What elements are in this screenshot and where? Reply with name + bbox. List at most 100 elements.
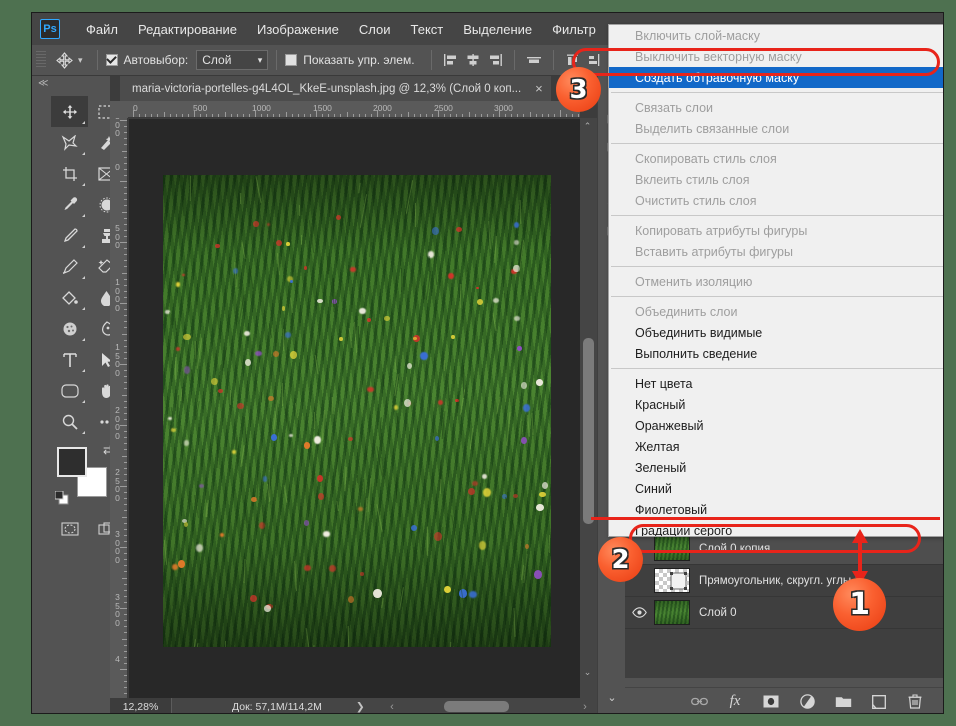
layer-row-2[interactable]: Слой 0	[625, 597, 943, 629]
chevron-down-icon[interactable]: ⌄	[579, 664, 596, 681]
align-left-edges-icon[interactable]	[440, 50, 462, 70]
context-menu-item-0-2[interactable]: Создать обтравочную маску	[609, 67, 943, 88]
tool-eyedropper[interactable]	[51, 189, 88, 220]
canvas-scroll-thumb[interactable]	[583, 338, 594, 524]
vertical-ruler[interactable]: 500 0 500 1000 1500 2000 2500 3000 3500 …	[110, 118, 128, 698]
ruler-label-h-500: 500	[193, 103, 208, 113]
default-colors-icon[interactable]	[54, 490, 69, 505]
tool-preset-chevron-down-icon[interactable]: ▾	[78, 55, 83, 66]
menu-layers[interactable]: Слои	[349, 18, 401, 41]
image-flower-speck	[262, 476, 268, 482]
tool-dodge[interactable]	[51, 313, 88, 344]
tool-history-brush[interactable]	[51, 251, 88, 282]
image-flower-speck	[393, 405, 398, 411]
document-image[interactable]	[163, 175, 551, 647]
image-flower-speck	[420, 351, 428, 361]
image-flower-speck	[434, 435, 440, 441]
scroll-right-icon[interactable]: ›	[575, 701, 595, 713]
close-icon[interactable]: ×	[535, 81, 543, 96]
eye-icon	[632, 607, 647, 618]
image-flower-speck	[184, 440, 189, 446]
layer-row-0[interactable]: Слой 0 копия	[625, 533, 943, 565]
chevron-up-icon[interactable]: ⌃	[579, 118, 596, 135]
new-adjustment-layer-icon[interactable]	[793, 688, 821, 714]
context-menu-item-5-1[interactable]: Объединить видимые	[609, 322, 943, 343]
menu-edit[interactable]: Редактирование	[128, 18, 247, 41]
align-right-edges-icon[interactable]	[484, 50, 506, 70]
tool-rounded-rectangle[interactable]	[51, 375, 88, 406]
layer-thumbnail-0[interactable]	[654, 536, 690, 561]
layer-visibility-toggle-2[interactable]	[625, 597, 654, 629]
autoselect-label: Автовыбор:	[123, 53, 189, 67]
tool-brush[interactable]	[51, 220, 88, 251]
ruler-corner[interactable]	[110, 101, 128, 118]
add-layer-mask-icon[interactable]	[757, 688, 785, 714]
image-flower-speck	[253, 221, 259, 228]
autoselect-scope-select[interactable]: Слой ▾	[196, 50, 269, 70]
photoshop-window: Ps Файл Редактирование Изображение Слои …	[31, 12, 944, 714]
context-menu-item-3-0: Копировать атрибуты фигуры	[635, 223, 808, 238]
layer-thumbnail-1[interactable]	[654, 568, 690, 593]
context-menu-item-6-5[interactable]: Синий	[609, 478, 943, 499]
expand-panels-icon[interactable]: ⌄	[598, 683, 626, 711]
autoselect-checkbox[interactable]	[105, 54, 118, 66]
delete-layer-icon[interactable]	[901, 688, 929, 714]
ruler-label-v-4000: 4	[115, 654, 120, 664]
document-tab[interactable]: maria-victoria-portelles-g4L4OL_KkeE-uns…	[120, 76, 551, 101]
layer-context-menu[interactable]: Включить слой-маску Выключить векторную м…	[608, 24, 943, 537]
image-grass-stroke	[396, 481, 398, 503]
horizontal-scroll-thumb[interactable]	[444, 701, 509, 712]
context-menu-item-2-2: Очистить стиль слоя	[635, 193, 757, 208]
horizontal-ruler[interactable]: 0 500 1000 1500 2000 2500 3000	[128, 101, 580, 118]
image-flower-speck	[448, 272, 454, 280]
context-menu-item-6-3[interactable]: Желтая	[609, 436, 943, 457]
foreground-color-swatch[interactable]	[57, 447, 87, 477]
context-menu-item-6-1[interactable]: Красный	[609, 394, 943, 415]
menu-file[interactable]: Файл	[76, 18, 128, 41]
tool-quick-mask[interactable]	[51, 513, 88, 544]
menu-filter[interactable]: Фильтр	[542, 18, 606, 41]
options-bar-grip[interactable]	[36, 51, 46, 69]
ruler-label-v-1500: 1500	[115, 342, 120, 378]
image-flower-speck	[522, 404, 530, 412]
image-flower-speck	[219, 532, 224, 537]
tool-crop[interactable]	[51, 158, 88, 189]
tool-gradient-paint-bucket[interactable]	[51, 282, 88, 313]
scroll-left-icon[interactable]: ‹	[382, 701, 402, 713]
context-menu-separator	[611, 215, 943, 216]
align-top-edges-icon[interactable]	[523, 50, 545, 70]
context-menu-item-6-6[interactable]: Фиолетовый	[609, 499, 943, 520]
image-flower-speck	[468, 590, 477, 599]
menu-text[interactable]: Текст	[401, 18, 454, 41]
zoom-level-field[interactable]: 12,28%	[110, 698, 172, 713]
canvas-horizontal-scrollbar[interactable]: ‹ ›	[382, 698, 597, 713]
new-group-icon[interactable]	[829, 688, 857, 714]
link-layers-icon[interactable]	[685, 688, 713, 714]
distribute-vertical-centers-icon[interactable]	[584, 50, 606, 70]
ruler-label-v-1000: 1000	[115, 277, 120, 313]
layer-style-fx-icon[interactable]: fx	[721, 688, 749, 714]
show-transform-controls-checkbox[interactable]	[285, 54, 298, 66]
menu-image[interactable]: Изображение	[247, 18, 349, 41]
tool-lasso[interactable]	[51, 127, 88, 158]
context-menu-item-6-4[interactable]: Зеленый	[609, 457, 943, 478]
new-layer-icon[interactable]	[865, 688, 893, 714]
status-expander-icon[interactable]: ❯	[356, 701, 365, 713]
tool-zoom[interactable]	[51, 406, 88, 437]
ruler-label-v-3500: 3500	[115, 592, 120, 628]
layer-thumbnail-2[interactable]	[654, 600, 690, 625]
menu-select[interactable]: Выделение	[453, 18, 542, 41]
canvas-vertical-scrollbar[interactable]: ⌃ ⌄	[580, 118, 597, 698]
canvas-viewport[interactable]	[129, 119, 580, 698]
tool-move[interactable]	[51, 96, 88, 127]
context-menu-item-5-2[interactable]: Выполнить сведение	[609, 343, 943, 364]
tools-panel-grip[interactable]: ≪	[38, 78, 58, 92]
context-menu-item-6-0[interactable]: Нет цвета	[609, 373, 943, 394]
layer-row-1[interactable]: Прямоугольник, скругл. углы 1	[625, 565, 943, 597]
document-tab-title: maria-victoria-portelles-g4L4OL_KkeE-uns…	[132, 82, 522, 95]
align-horizontal-centers-icon[interactable]	[462, 50, 484, 70]
context-menu-item-6-2[interactable]: Оранжевый	[609, 415, 943, 436]
context-menu-item-6-7[interactable]: Градации серого	[609, 520, 943, 537]
move-tool-icon[interactable]	[52, 49, 76, 71]
tool-type[interactable]	[51, 344, 88, 375]
